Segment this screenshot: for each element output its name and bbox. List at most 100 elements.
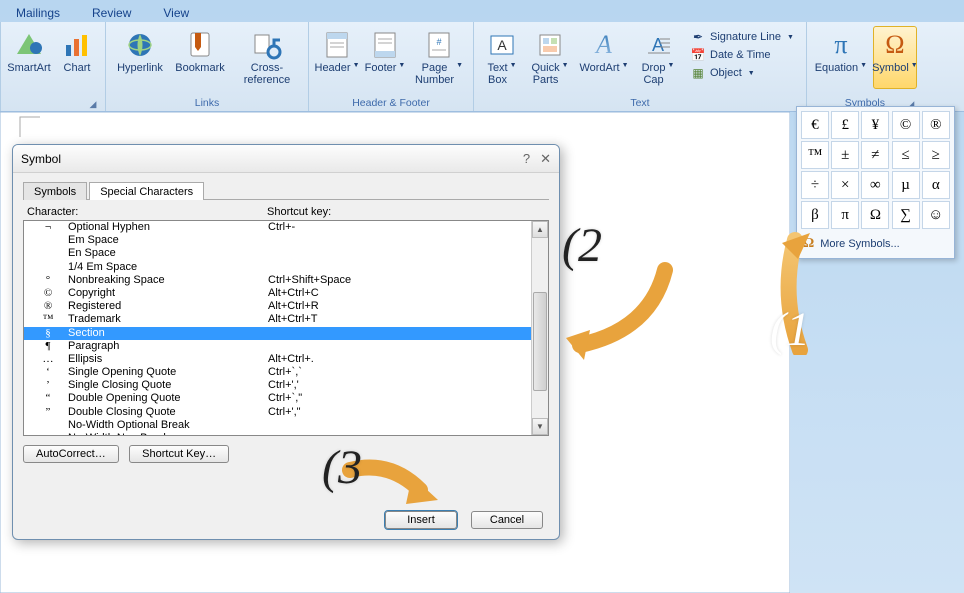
cancel-button[interactable]: Cancel [471,511,543,529]
cross-reference-button[interactable]: Cross-reference [232,26,302,89]
smartart-button[interactable]: SmartArt [7,26,51,89]
svg-text:A: A [652,35,664,55]
symbol-cell-0[interactable]: € [801,111,829,139]
list-item[interactable]: °Nonbreaking SpaceCtrl+Shift+Space [24,274,531,287]
symbol-cell-10[interactable]: ÷ [801,171,829,199]
equation-button[interactable]: π Equation▼ [813,26,869,89]
more-symbols-button[interactable]: Ω More Symbols... [801,232,950,254]
footer-button[interactable]: Footer▼ [363,26,407,89]
text-box-button[interactable]: A Text Box▼ [480,26,524,89]
dialog-launcher-icon[interactable]: ◢ [87,99,99,111]
tab-mailings[interactable]: Mailings [6,3,70,22]
drop-cap-button[interactable]: A Drop Cap▼ [636,26,680,89]
footer-icon [369,29,401,61]
list-item[interactable]: ’Single Closing QuoteCtrl+',' [24,379,531,392]
dialog-tabs: Symbols Special Characters [23,181,549,200]
list-item[interactable]: No-Width Non Break [24,432,531,436]
equation-icon: π [825,29,857,61]
symbol-cell-1[interactable]: £ [831,111,859,139]
scroll-track[interactable] [532,238,548,418]
svg-text:#: # [436,37,441,47]
shortcut-key-button[interactable]: Shortcut Key… [129,445,229,463]
chart-button[interactable]: Chart [55,26,99,89]
list-item[interactable]: “Double Opening QuoteCtrl+`," [24,392,531,405]
list-item[interactable]: …EllipsisAlt+Ctrl+. [24,353,531,366]
symbol-button[interactable]: Ω Symbol▼ [873,26,917,89]
symbol-cell-8[interactable]: ≤ [892,141,920,169]
step-2-label: (2 [562,218,602,273]
symbol-cell-11[interactable]: × [831,171,859,199]
scroll-thumb[interactable] [533,292,547,391]
symbol-cell-7[interactable]: ≠ [861,141,889,169]
list-item[interactable]: En Space [24,247,531,260]
insert-button[interactable]: Insert [385,511,457,529]
date-time-icon: 📅 [690,47,706,63]
symbol-cell-13[interactable]: µ [892,171,920,199]
tab-view[interactable]: View [153,3,199,22]
object-button[interactable]: ▦Object▼ [688,64,796,82]
symbol-cell-6[interactable]: ± [831,141,859,169]
signature-icon: ✒ [690,29,706,45]
ribbon: SmartArt Chart ◢ Hyperlink [0,22,964,112]
list-item[interactable]: ¬Optional HyphenCtrl+- [24,221,531,234]
symbol-cell-4[interactable]: ® [922,111,950,139]
symbol-cell-3[interactable]: © [892,111,920,139]
header-button[interactable]: Header▼ [315,26,359,89]
list-item[interactable]: Em Space [24,234,531,247]
group-label-text: Text [478,96,802,111]
scroll-down-button[interactable]: ▼ [532,418,548,435]
list-item[interactable]: ¶Paragraph [24,340,531,353]
character-list[interactable]: ¬Optional HyphenCtrl+-Em SpaceEn Space1/… [23,220,549,436]
scroll-up-button[interactable]: ▲ [532,221,548,238]
svg-text:A: A [497,37,507,53]
ribbon-tabs: Mailings Review View [0,0,964,22]
wordart-button[interactable]: A WordArt▼ [576,26,632,89]
dialog-titlebar[interactable]: Symbol ? ✕ [13,145,559,173]
hyperlink-button[interactable]: Hyperlink [112,26,168,89]
group-text: A Text Box▼ Quick Parts▼ A WordArt▼ A Dr… [474,22,807,111]
bookmark-button[interactable]: Bookmark [172,26,228,89]
quick-parts-button[interactable]: Quick Parts▼ [528,26,572,89]
symbol-cell-12[interactable]: ∞ [861,171,889,199]
group-symbols: π Equation▼ Ω Symbol▼ Symbols◢ [807,22,923,111]
page-number-button[interactable]: # Page Number▼ [411,26,467,89]
list-item[interactable]: 1/4 Em Space [24,261,531,274]
symbol-cell-19[interactable]: ☺ [922,201,950,229]
symbol-icon: Ω [879,29,911,61]
symbol-cell-14[interactable]: α [922,171,950,199]
text-small-buttons: ✒Signature Line▼ 📅Date & Time ▦Object▼ [684,26,800,84]
list-item[interactable]: ©CopyrightAlt+Ctrl+C [24,287,531,300]
close-button[interactable]: ✕ [540,151,551,167]
date-time-button[interactable]: 📅Date & Time [688,46,796,64]
tab-symbols[interactable]: Symbols [23,182,87,200]
symbol-cell-15[interactable]: β [801,201,829,229]
tab-review[interactable]: Review [82,3,141,22]
list-item[interactable]: ™TrademarkAlt+Ctrl+T [24,313,531,326]
symbol-cell-17[interactable]: Ω [861,201,889,229]
list-item[interactable]: ‘Single Opening QuoteCtrl+`,` [24,366,531,379]
step-3-label: (3 [322,440,362,495]
list-item[interactable]: No-Width Optional Break [24,419,531,432]
symbol-dialog: Symbol ? ✕ Symbols Special Characters Ch… [12,144,560,540]
step-1-label: (1 [770,302,810,357]
tab-special-characters[interactable]: Special Characters [89,182,204,200]
symbol-cell-16[interactable]: π [831,201,859,229]
list-item[interactable]: ®RegisteredAlt+Ctrl+R [24,300,531,313]
signature-line-button[interactable]: ✒Signature Line▼ [688,28,796,46]
object-icon: ▦ [690,65,706,81]
symbol-cell-5[interactable]: ™ [801,141,829,169]
scrollbar[interactable]: ▲ ▼ [531,221,548,435]
autocorrect-button[interactable]: AutoCorrect… [23,445,119,463]
help-button[interactable]: ? [523,151,530,167]
list-item[interactable]: ”Double Closing QuoteCtrl+'," [24,406,531,419]
list-item[interactable]: §Section [24,327,531,340]
symbol-cell-9[interactable]: ≥ [922,141,950,169]
omega-icon: Ω [803,236,814,252]
page-number-icon: # [423,29,455,61]
drop-cap-icon: A [642,29,674,61]
dialog-title: Symbol [21,152,61,166]
group-header-footer: Header▼ Footer▼ # Page Number▼ Header & … [309,22,474,111]
symbol-cell-18[interactable]: ∑ [892,201,920,229]
symbol-cell-2[interactable]: ¥ [861,111,889,139]
group-illustrations: SmartArt Chart ◢ [0,22,106,111]
